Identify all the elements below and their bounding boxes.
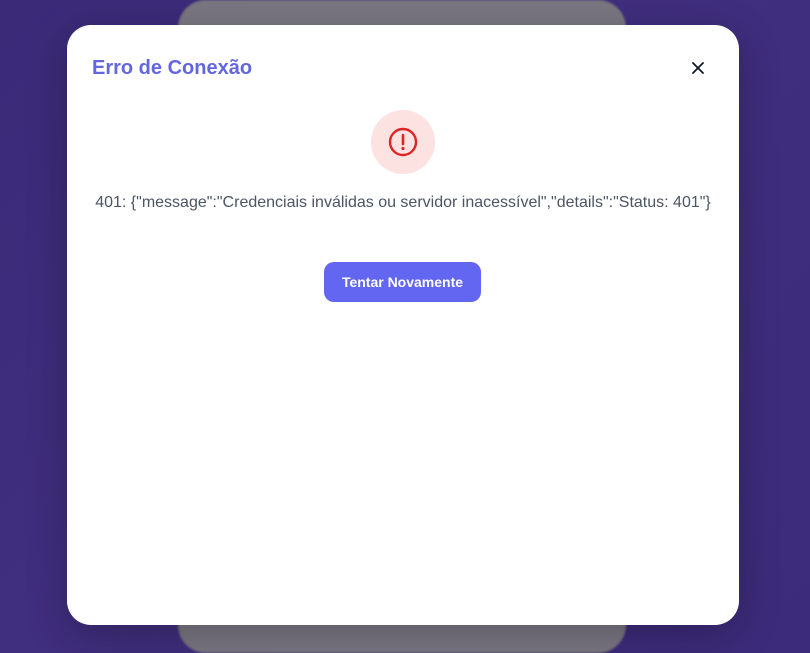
error-icon-badge (371, 110, 435, 174)
close-button[interactable] (685, 55, 711, 81)
retry-button[interactable]: Tentar Novamente (324, 262, 481, 302)
dialog-title: Erro de Conexão (92, 57, 253, 79)
close-icon (692, 62, 704, 74)
error-message: 401: {"message":"Credenciais inválidas o… (95, 194, 711, 211)
alert-circle-icon (388, 127, 418, 157)
error-dialog: Erro de Conexão 401: {"message":"Credenc… (67, 25, 739, 625)
